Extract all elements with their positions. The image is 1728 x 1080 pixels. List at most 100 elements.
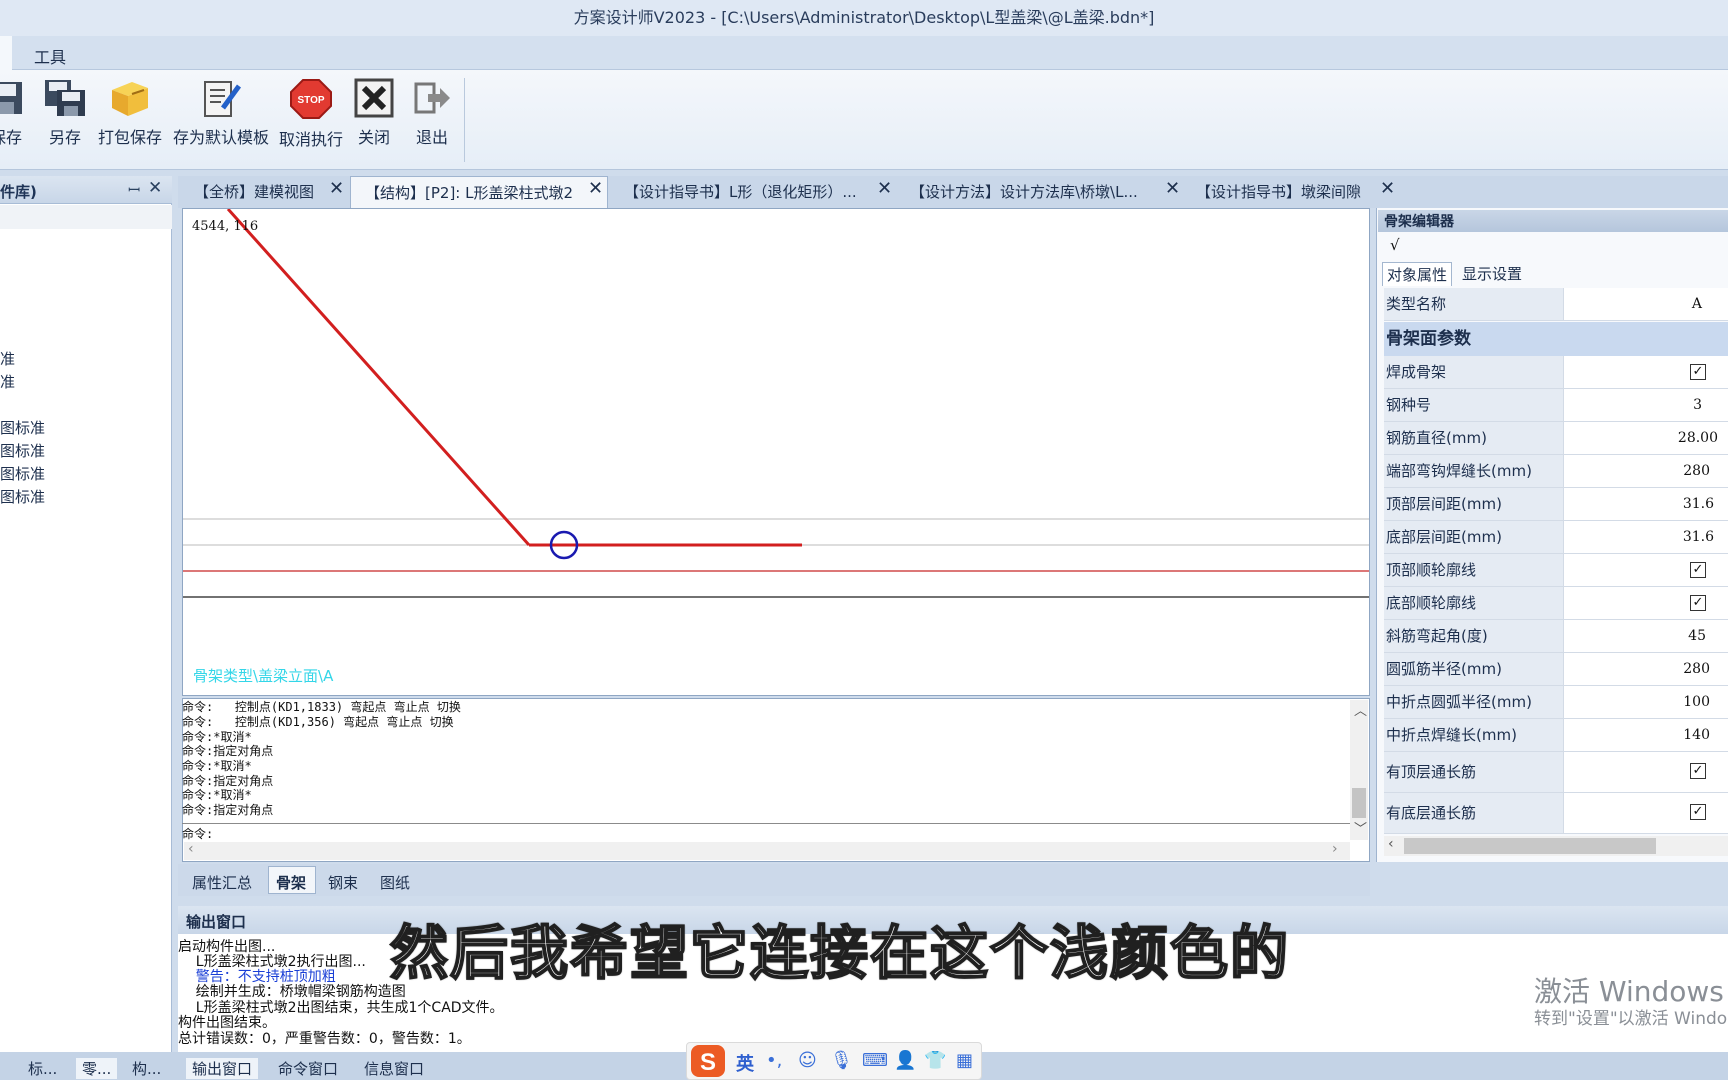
command-line: 命令:指定对角点 [182, 803, 274, 817]
bottom-tab-parts[interactable]: 零... [76, 1058, 118, 1079]
prop-label: 有底层通长筋 [1384, 793, 1564, 833]
prop-checkbox[interactable]: ✓ [1690, 562, 1706, 578]
scroll-down-icon[interactable]: ﹀ [1354, 818, 1367, 837]
tab-skeleton[interactable]: 骨架 [276, 872, 306, 893]
prop-row[interactable]: 顶部层间距(mm) 31.6 [1384, 488, 1728, 521]
save-button[interactable]: 保存 [0, 78, 26, 148]
prop-label: 顶部顺轮廓线 [1384, 554, 1564, 586]
save-as-label: 另存 [48, 128, 81, 147]
tab-object-properties[interactable]: 对象属性 [1382, 262, 1453, 286]
prop-row[interactable]: 圆弧筋半径(mm) 280 [1384, 653, 1728, 686]
prop-value[interactable]: 3 [1693, 389, 1702, 421]
output-line: 总计错误数：0，严重警告数：0，警告数：1。 [178, 1031, 471, 1047]
tree-item[interactable]: 图标准 [0, 463, 45, 484]
tab-property-summary[interactable]: 属性汇总 [192, 872, 252, 893]
menu-tab-edge[interactable] [0, 36, 12, 70]
user-icon[interactable]: 👤 [894, 1050, 916, 1071]
prop-label: 中折点焊缝长(mm) [1384, 719, 1564, 751]
emoji-icon[interactable]: ☺ [798, 1050, 817, 1071]
prop-row[interactable]: 底部层间距(mm) 31.6 [1384, 521, 1728, 554]
properties-scroll-thumb[interactable] [1404, 838, 1656, 854]
toolbox-grid-icon[interactable]: ▦ [956, 1050, 973, 1071]
prop-value[interactable]: 140 [1683, 719, 1710, 751]
prop-row[interactable]: 焊成骨架 ✓ [1384, 356, 1728, 389]
prop-value[interactable]: 31.6 [1683, 521, 1714, 553]
prop-value[interactable]: 45 [1688, 620, 1706, 652]
close-button[interactable]: 关闭 [354, 78, 394, 148]
prop-row-type-name[interactable]: 类型名称 A [1384, 288, 1728, 321]
scroll-right-icon[interactable]: › [1332, 841, 1338, 857]
punctuation-icon[interactable]: •, [766, 1050, 782, 1071]
tree-item[interactable]: 图标准 [0, 417, 45, 438]
tab-design-guide-l[interactable]: 【设计指导书】L形（退化矩形）... [610, 176, 894, 208]
scroll-left-icon[interactable]: ‹ [188, 841, 194, 857]
command-scroll-thumb[interactable] [1352, 788, 1366, 818]
prop-row[interactable]: 有顶层通长筋 ✓ [1384, 752, 1728, 793]
tree-item[interactable]: 准 [0, 348, 15, 369]
bottom-tab-output[interactable]: 输出窗口 [186, 1058, 259, 1079]
prop-row[interactable]: 顶部顺轮廓线 ✓ [1384, 554, 1728, 587]
tree-item[interactable]: 图标准 [0, 486, 45, 507]
prop-row[interactable]: 底部顺轮廓线 ✓ [1384, 587, 1728, 620]
scroll-left-icon[interactable]: ‹ [1388, 836, 1394, 852]
tab-tendon[interactable]: 钢束 [328, 872, 358, 893]
prop-label: 底部顺轮廓线 [1384, 587, 1564, 619]
drawing-canvas[interactable]: 4544, 116 骨架类型\盖梁立面\A [182, 208, 1370, 696]
bottom-tab-info[interactable]: 信息窗口 [364, 1058, 424, 1079]
command-horizontal-scrollbar[interactable] [184, 842, 1350, 860]
prop-row[interactable]: 钢种号 3 [1384, 389, 1728, 422]
keyboard-icon[interactable]: ⌨ [862, 1050, 888, 1071]
prop-value[interactable]: 28.00 [1678, 422, 1718, 454]
apply-check-button[interactable]: √ [1390, 236, 1400, 254]
cancel-exec-button[interactable]: STOP 取消执行 [276, 78, 346, 150]
title-bar: 方案设计师V2023 - [C:\Users\Administrator\Des… [0, 0, 1728, 36]
tab-drawings[interactable]: 图纸 [380, 872, 410, 893]
pack-save-button[interactable]: 打包保存 [96, 78, 164, 148]
prop-row[interactable]: 中折点焊缝长(mm) 140 [1384, 719, 1728, 752]
prop-value[interactable]: A [1692, 288, 1702, 320]
prop-value[interactable]: 280 [1683, 653, 1710, 685]
save-as-button[interactable]: 另存 [42, 78, 88, 148]
tree-item[interactable]: 准 [0, 371, 15, 392]
bottom-tab-standards[interactable]: 标... [28, 1058, 57, 1079]
tree-item[interactable]: 图标准 [0, 440, 45, 461]
pin-icon[interactable]: ꟷ [128, 180, 140, 200]
tab-display-settings[interactable]: 显示设置 [1458, 262, 1526, 286]
prop-row[interactable]: 中折点圆弧半径(mm) 100 [1384, 686, 1728, 719]
command-input[interactable]: 命令: [182, 825, 213, 842]
scroll-up-icon[interactable]: ︿ [1354, 700, 1367, 719]
exit-button[interactable]: 退出 [412, 78, 452, 148]
bottom-tab-components[interactable]: 构... [132, 1058, 161, 1079]
bottom-tab-command[interactable]: 命令窗口 [278, 1058, 338, 1079]
tab-close-icon[interactable]: ✕ [877, 178, 892, 199]
tab-full-bridge-model[interactable]: 【全桥】建模视图 [180, 176, 348, 208]
tab-close-icon[interactable]: ✕ [329, 178, 344, 199]
tab-close-icon[interactable]: ✕ [1165, 178, 1180, 199]
prop-row[interactable]: 端部弯钩焊缝长(mm) 280 [1384, 455, 1728, 488]
left-panel-close-icon[interactable]: ✕ [148, 178, 162, 198]
prop-checkbox[interactable]: ✓ [1690, 763, 1706, 779]
prop-value[interactable]: 280 [1683, 455, 1710, 487]
save-default-template-button[interactable]: 存为默认模板 [170, 78, 272, 148]
tab-design-guide-gap[interactable]: 【设计指导书】墩梁间隙 [1182, 176, 1382, 208]
canvas-drawing[interactable] [183, 209, 1369, 695]
sogou-logo-icon[interactable]: S [690, 1044, 726, 1080]
tab-close-icon[interactable]: ✕ [1380, 178, 1395, 199]
svg-text:S: S [700, 1049, 716, 1076]
tab-structure-p2[interactable]: 【结构】[P2]: L形盖梁柱式墩2 [350, 176, 608, 208]
prop-checkbox[interactable]: ✓ [1690, 595, 1706, 611]
prop-checkbox[interactable]: ✓ [1690, 804, 1706, 820]
prop-value[interactable]: 100 [1683, 686, 1710, 718]
prop-checkbox[interactable]: ✓ [1690, 364, 1706, 380]
prop-value[interactable]: 31.6 [1683, 488, 1714, 520]
prop-row[interactable]: 钢筋直径(mm) 28.00 [1384, 422, 1728, 455]
menu-tools[interactable]: 工具 [34, 44, 66, 68]
rebar-diagonal[interactable] [226, 209, 531, 547]
tab-design-method[interactable]: 【设计方法】设计方法库\桥墩\L... [896, 176, 1180, 208]
prop-row[interactable]: 有底层通长筋 ✓ [1384, 793, 1728, 834]
microphone-icon[interactable]: 🎙 [830, 1050, 853, 1071]
tab-close-icon[interactable]: ✕ [588, 178, 603, 199]
prop-row[interactable]: 斜筋弯起角(度) 45 [1384, 620, 1728, 653]
ime-language-toggle[interactable]: 英 [736, 1050, 754, 1076]
skin-shirt-icon[interactable]: 👕 [924, 1050, 946, 1071]
